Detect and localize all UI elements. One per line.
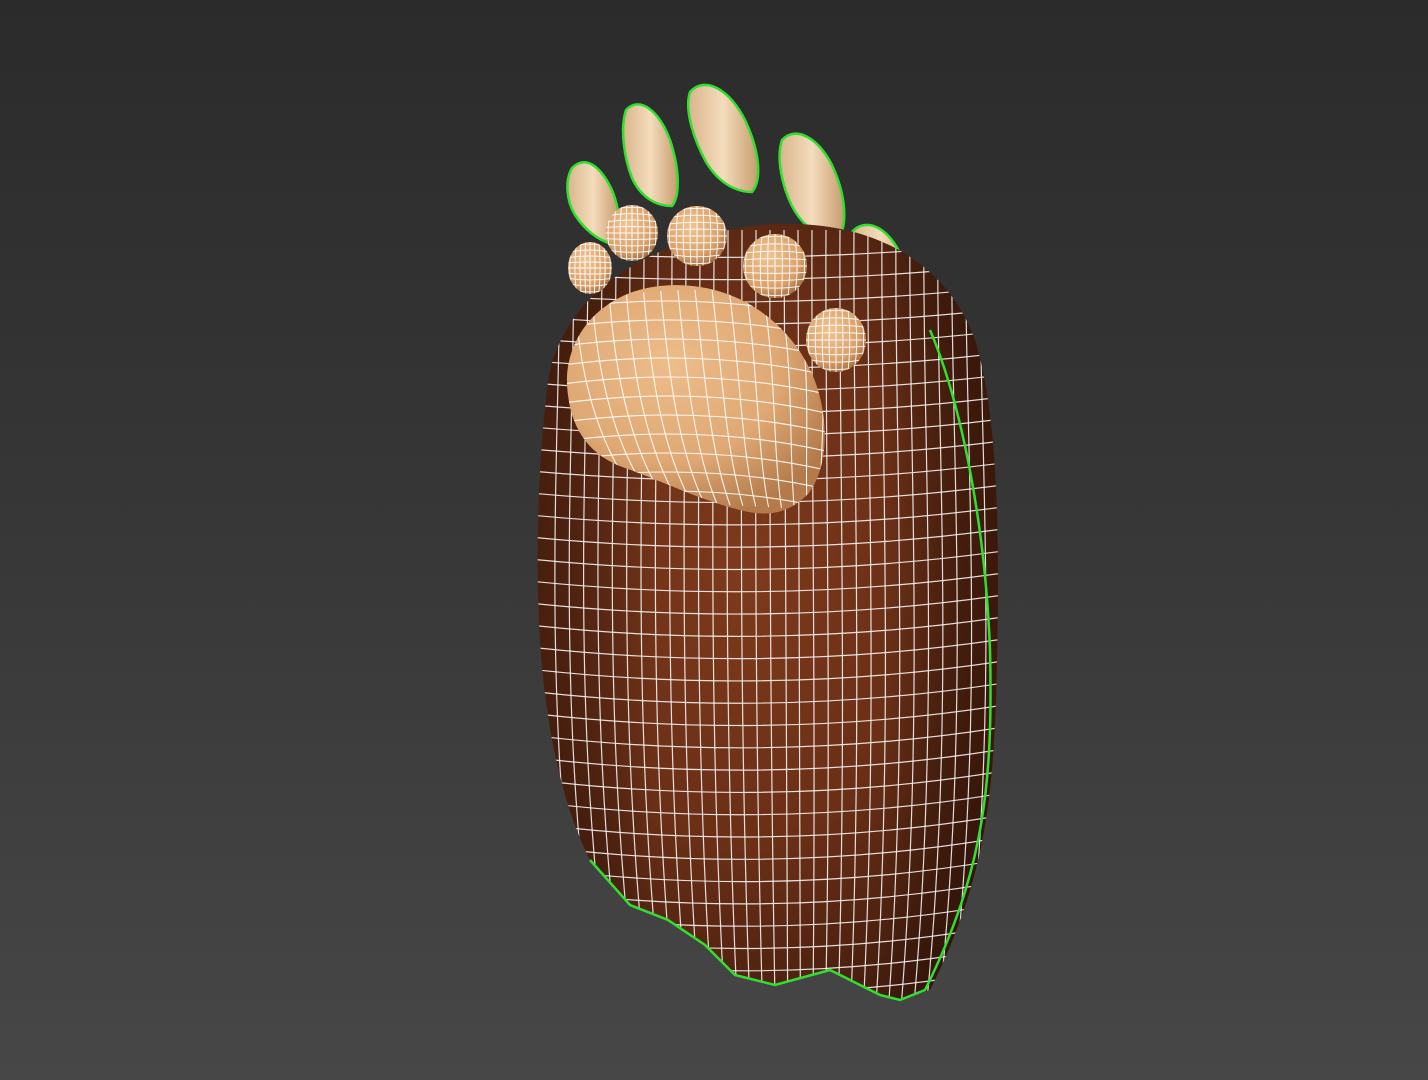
claw xyxy=(621,103,680,208)
3d-viewport[interactable] xyxy=(0,0,1428,1080)
bear-paw-mesh[interactable] xyxy=(520,83,1010,1016)
viewport-canvas xyxy=(520,83,1010,1016)
claw xyxy=(686,83,760,194)
